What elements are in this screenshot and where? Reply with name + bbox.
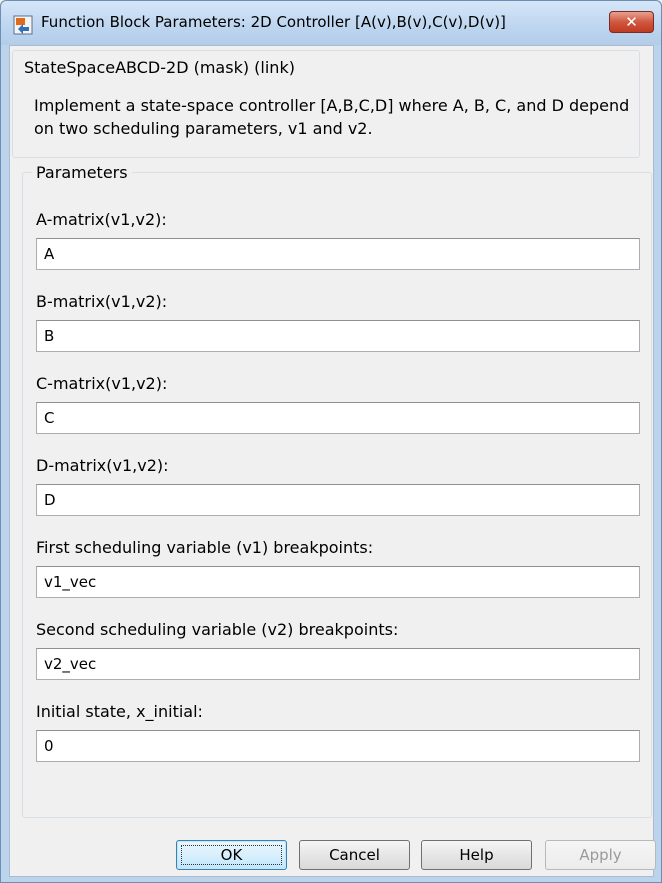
v2-breakpoints-label: Second scheduling variable (v2) breakpoi… [36,620,399,639]
b-matrix-field[interactable] [36,320,640,352]
mask-title: StateSpaceABCD-2D (mask) (link) [24,58,299,77]
d-matrix-field[interactable] [36,484,640,516]
c-matrix-field[interactable] [36,402,640,434]
title-bar[interactable]: Function Block Parameters: 2D Controller… [1,1,661,45]
parameters-title: Parameters [32,163,132,182]
v1-breakpoints-label: First scheduling variable (v1) breakpoin… [36,538,374,557]
mask-description: Implement a state-space controller [A,B,… [34,96,630,138]
v2-breakpoints-field[interactable] [36,648,640,680]
cancel-button-label: Cancel [329,846,380,864]
simulink-block-icon [13,15,33,35]
b-matrix-label: B-matrix(v1,v2): [36,292,168,311]
window-title: Function Block Parameters: 2D Controller… [41,13,506,31]
cancel-button[interactable]: Cancel [299,840,410,870]
close-icon: ✕ [625,13,638,31]
a-matrix-label: A-matrix(v1,v2): [36,210,167,229]
initial-state-field[interactable] [36,730,640,762]
help-button[interactable]: Help [421,840,532,870]
apply-button[interactable]: Apply [545,840,656,870]
apply-button-label: Apply [579,846,622,864]
v1-breakpoints-field[interactable] [36,566,640,598]
close-button[interactable]: ✕ [609,11,654,33]
ok-button[interactable]: OK [176,840,287,870]
a-matrix-field[interactable] [36,238,640,270]
c-matrix-label: C-matrix(v1,v2): [36,374,168,393]
focus-rectangle [181,845,282,865]
help-button-label: Help [459,846,494,864]
initial-state-label: Initial state, x_initial: [36,702,203,721]
d-matrix-label: D-matrix(v1,v2): [36,456,169,475]
